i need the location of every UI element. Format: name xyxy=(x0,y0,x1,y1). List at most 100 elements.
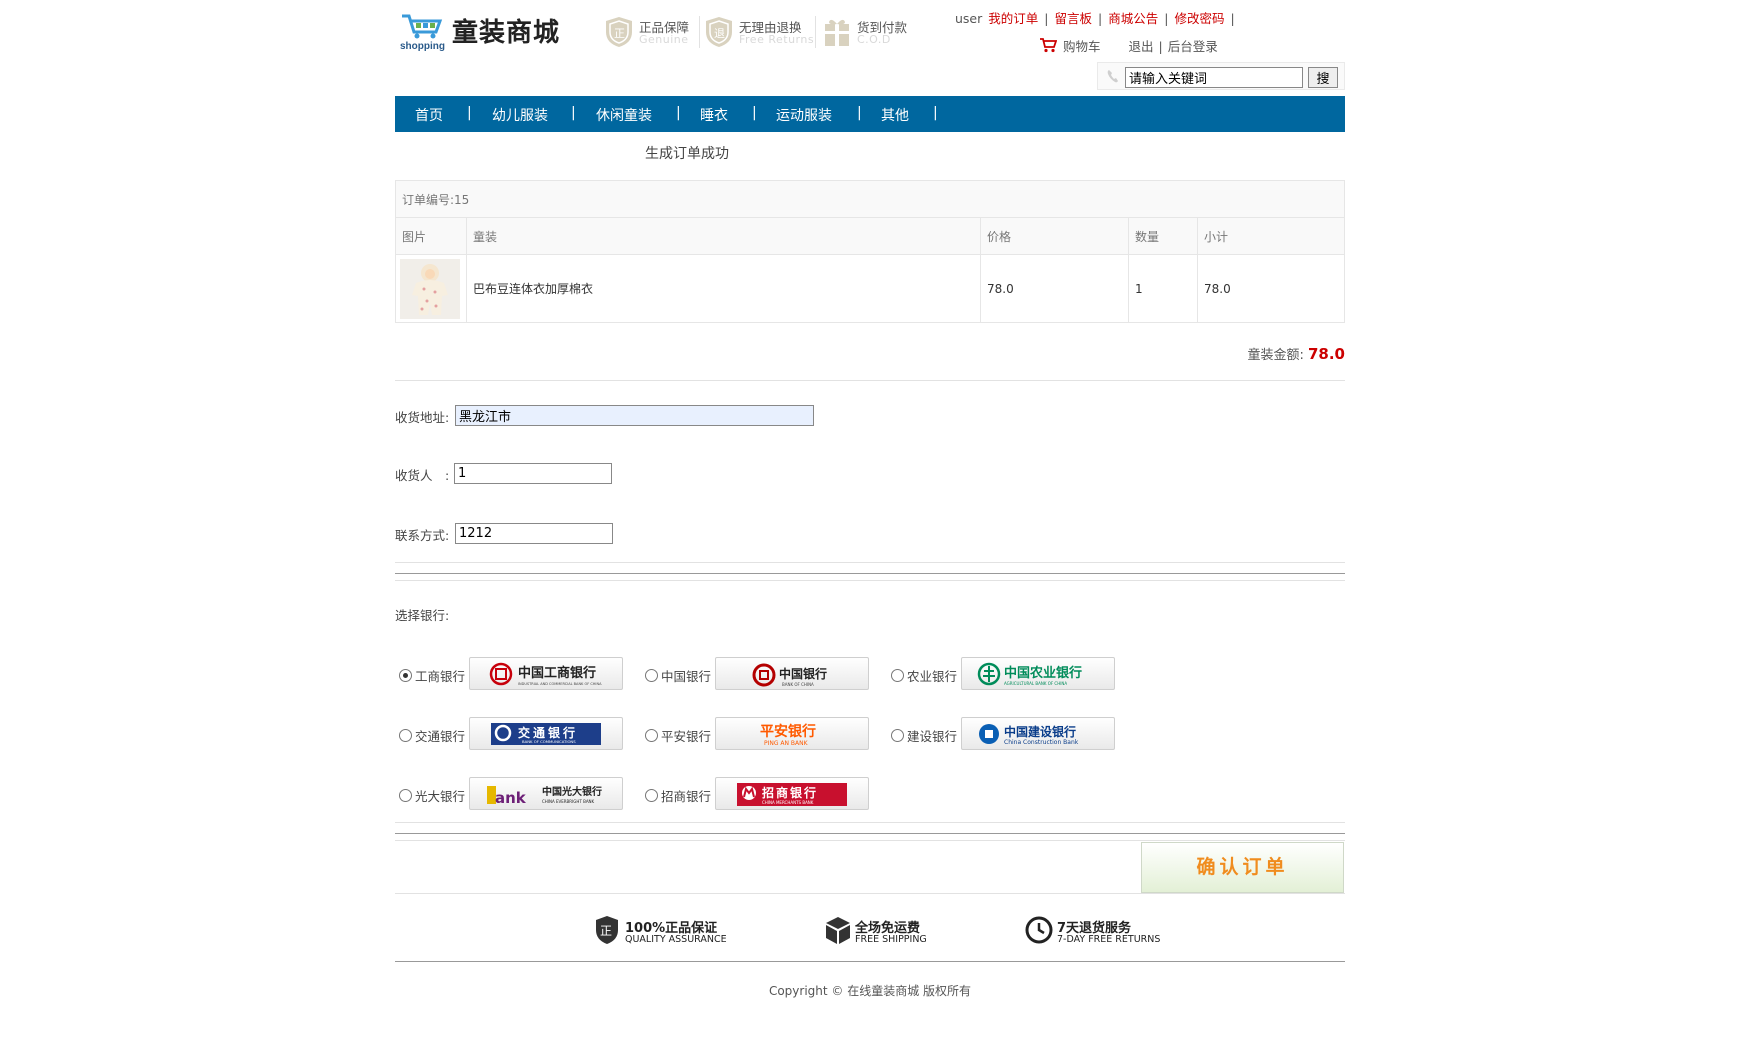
confirm-order-button[interactable]: 确认订单 xyxy=(1141,842,1344,893)
receiver-input[interactable] xyxy=(454,463,612,484)
nav-item-sportswear[interactable]: 运动服装 xyxy=(776,105,832,125)
nav-item-other[interactable]: 其他 xyxy=(881,105,909,125)
bank-name: 农业银行 xyxy=(907,669,958,684)
bank-name: 交通银行 xyxy=(415,729,466,744)
announcement-link[interactable]: 商城公告 xyxy=(1108,8,1158,27)
bank-option-pingan[interactable]: 平安银行 平安银行 PING AN BANK xyxy=(641,717,881,751)
bank-logo-text: 平安银行 xyxy=(760,723,816,740)
search-input[interactable] xyxy=(1125,67,1303,88)
bank-radio[interactable] xyxy=(399,729,412,742)
cart-link[interactable]: 购物车 xyxy=(1063,39,1101,54)
link-separator: | xyxy=(1158,39,1163,54)
address-input[interactable] xyxy=(455,405,814,426)
bank-option-icbc[interactable]: 工商银行 中国工商银行 INDUSTRIAL AND COMMERCIAL BA… xyxy=(395,657,635,691)
bank-logo[interactable]: 中国建设银行 China Construction Bank xyxy=(961,717,1115,750)
bank-name: 建设银行 xyxy=(907,729,958,744)
bank-radio[interactable] xyxy=(891,669,904,682)
nav-item-home[interactable]: 首页 xyxy=(415,105,443,125)
bank-radio[interactable] xyxy=(399,789,412,802)
site-logo[interactable]: shopping 童装商城 xyxy=(400,10,570,54)
bank-logo[interactable]: 招商银行 CHINA MERCHANTS BANK xyxy=(715,777,869,810)
bank-logo[interactable]: 平安银行 PING AN BANK xyxy=(715,717,869,750)
contact-label: 联系方式: xyxy=(395,528,450,543)
nav-separator: | xyxy=(752,105,757,121)
product-image[interactable] xyxy=(400,258,460,319)
bank-logo[interactable]: 中国农业银行 AGRICULTURAL BANK OF CHINA xyxy=(961,657,1115,690)
pingan-logo-icon: 平安银行 PING AN BANK xyxy=(760,723,816,747)
product-subtotal: 78.0 xyxy=(1197,254,1345,323)
genuine-shield-icon: 正 xyxy=(606,17,632,47)
nav-separator: | xyxy=(933,105,938,121)
admin-login-link[interactable]: 后台登录 xyxy=(1168,39,1218,54)
bank-logo[interactable]: ank 中国光大银行 CHINA EVERBRIGHT BANK xyxy=(469,777,623,810)
copyright: Copyright © 在线童装商城 版权所有 xyxy=(768,984,972,998)
bank-radio[interactable] xyxy=(891,729,904,742)
product-quantity: 1 xyxy=(1128,254,1198,323)
ceb-logo-icon: ank 中国光大银行 CHINA EVERBRIGHT BANK xyxy=(487,785,602,807)
bank-radio[interactable] xyxy=(645,669,658,682)
search-button[interactable]: 搜 xyxy=(1308,67,1338,88)
bank-radio[interactable] xyxy=(645,789,658,802)
bank-logo-text: 中国工商银行 xyxy=(518,665,596,681)
divider xyxy=(395,580,1345,581)
my-orders-link[interactable]: 我的订单 xyxy=(988,8,1038,27)
table-header-row: 图片 童装 价格 数量 小计 xyxy=(395,217,1345,255)
guarantee-sub: FREE SHIPPING xyxy=(855,934,927,945)
column-header: 童装 xyxy=(466,217,981,255)
link-separator: | xyxy=(1230,11,1235,26)
account-row: 购物车 退出 | 后台登录 xyxy=(1040,36,1218,55)
nav-separator: | xyxy=(571,105,576,121)
bank-logo[interactable]: 中国工商银行 INDUSTRIAL AND COMMERCIAL BANK OF… xyxy=(469,657,623,690)
contact-input[interactable] xyxy=(455,523,613,544)
bank-radio[interactable] xyxy=(645,729,658,742)
logout-link[interactable]: 退出 xyxy=(1129,39,1154,54)
boc-logo-icon: 中国银行 BANK OF CHINA xyxy=(752,663,827,687)
returns-shield-icon: 退 xyxy=(706,17,732,47)
main-nav: 首页 | 幼儿服装 | 休闲童装 | 睡衣 | 运动服装 | 其他 | xyxy=(395,96,1345,132)
product-price: 78.0 xyxy=(980,254,1129,323)
guarantee-shipping: 全场免运费 FREE SHIPPING xyxy=(825,915,985,949)
bank-logo-text: 交通银行 xyxy=(518,725,578,740)
divider xyxy=(699,16,700,48)
divider xyxy=(395,822,1345,823)
nav-separator: | xyxy=(467,105,472,121)
bank-option-cmb[interactable]: 招商银行 招商银行 CHINA MERCHANTS BANK xyxy=(641,777,881,811)
nav-item-pajamas[interactable]: 睡衣 xyxy=(700,105,728,125)
abc-logo-icon: 中国农业银行 AGRICULTURAL BANK OF CHINA xyxy=(977,662,1082,686)
divider xyxy=(395,840,1345,841)
bank-logo[interactable]: 交通银行 BANK OF COMMUNICATIONS xyxy=(469,717,623,750)
bank-option-abc[interactable]: 农业银行 中国农业银行 AGRICULTURAL BANK OF CHINA xyxy=(887,657,1127,691)
nav-item-casual[interactable]: 休闲童装 xyxy=(596,105,652,125)
bank-logo-sub: China Construction Bank xyxy=(1004,739,1079,746)
divider xyxy=(395,573,1345,574)
change-password-link[interactable]: 修改密码 xyxy=(1174,8,1224,27)
top-links: user 我的订单 | 留言板 | 商城公告 | 修改密码 | xyxy=(955,8,1241,27)
divider xyxy=(395,961,1345,962)
order-total: 童装金额: 78.0 xyxy=(1247,344,1345,363)
bank-label: 选择银行: xyxy=(395,608,450,623)
column-header: 数量 xyxy=(1128,217,1198,255)
address-label: 收货地址: xyxy=(395,410,450,425)
divider xyxy=(395,380,1345,381)
bank-option-ceb[interactable]: 光大银行 ank 中国光大银行 CHINA EVERBRIGHT BANK xyxy=(395,777,635,811)
bank-option-ccb[interactable]: 建设银行 中国建设银行 China Construction Bank xyxy=(887,717,1127,751)
box-icon xyxy=(826,917,850,944)
ccb-logo-icon: 中国建设银行 China Construction Bank xyxy=(979,724,1079,746)
message-board-link[interactable]: 留言板 xyxy=(1055,8,1093,27)
promise-genuine: 正 正品保障 Genuine xyxy=(605,14,695,50)
quality-shield-icon: 正 xyxy=(596,916,618,944)
svg-text:正: 正 xyxy=(614,27,625,40)
order-table: 订单编号:15 图片 童装 价格 数量 小计 巴布豆连体衣加厚棉衣 78.0 1… xyxy=(395,180,1345,323)
guarantee-returns: 7天退货服务 7-DAY FREE RETURNS xyxy=(1025,915,1205,949)
bank-radio[interactable] xyxy=(399,669,412,682)
nav-item-infant[interactable]: 幼儿服装 xyxy=(492,105,548,125)
bank-option-bocom[interactable]: 交通银行 交通银行 BANK OF COMMUNICATIONS xyxy=(395,717,635,751)
bank-logo-sub: AGRICULTURAL BANK OF CHINA xyxy=(1004,681,1067,686)
clock-icon xyxy=(1025,916,1053,944)
bank-logo-sub: BANK OF COMMUNICATIONS xyxy=(522,739,576,744)
bank-name: 工商银行 xyxy=(415,669,466,684)
bank-logo[interactable]: 中国银行 BANK OF CHINA xyxy=(715,657,869,690)
bank-logo-text: 招商银行 xyxy=(762,785,818,800)
bank-option-boc[interactable]: 中国银行 中国银行 BANK OF CHINA xyxy=(641,657,881,691)
link-separator: | xyxy=(1164,11,1169,26)
